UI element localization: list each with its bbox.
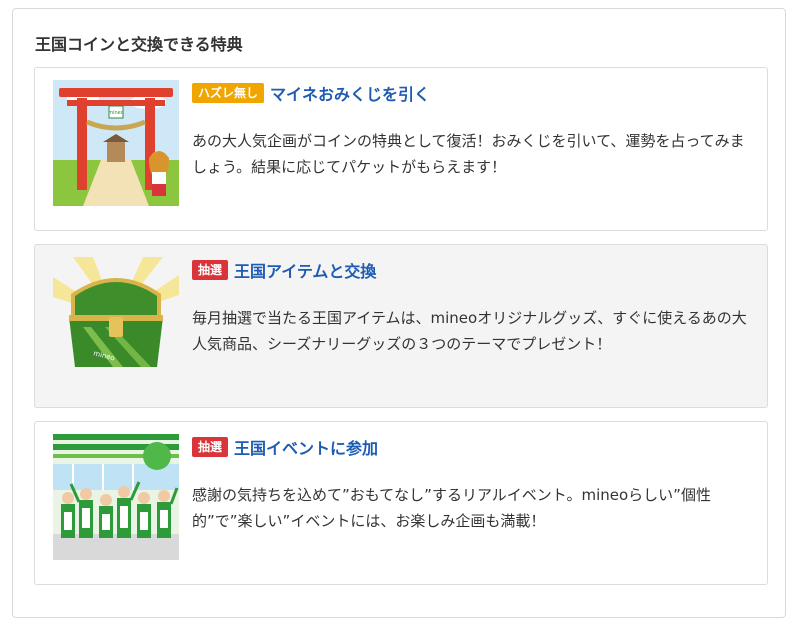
badge-lottery: 抽選 bbox=[192, 437, 229, 457]
benefit-card-event[interactable]: 抽選 王国イベントに参加 感謝の気持ちを込めて”おもてなし”するリアルイベント。… bbox=[34, 421, 768, 585]
benefit-card-item[interactable]: mineo 抽選 王国アイテムと交換 毎月抽選で当たる王国アイテムは、mineo… bbox=[34, 244, 768, 408]
item-exchange-link[interactable]: 王国アイテムと交換 bbox=[234, 258, 376, 282]
benefits-panel: 王国コインと交換できる特典 mineo ハズレ無し マイネおみくじを引く あの大… bbox=[12, 8, 786, 618]
event-description: 感謝の気持ちを込めて”おもてなし”するリアルイベント。mineoらしい”個性的”… bbox=[192, 486, 711, 530]
section-title: 王国コインと交換できる特典 bbox=[35, 35, 243, 54]
benefit-card-omikuji[interactable]: mineo ハズレ無し マイネおみくじを引く あの大人気企画がコインの特典として… bbox=[34, 67, 768, 231]
badge-no-miss: ハズレ無し bbox=[192, 83, 265, 103]
shrine-omikuji-icon[interactable]: mineo bbox=[53, 80, 179, 206]
event-crowd-image[interactable] bbox=[53, 434, 179, 560]
event-join-link[interactable]: 王国イベントに参加 bbox=[234, 435, 378, 459]
omikuji-description: あの大人気企画がコインの特典として復活！おみくじを引いて、運勢を占ってみましょう… bbox=[192, 132, 745, 176]
treasure-chest-icon[interactable]: mineo bbox=[53, 257, 179, 383]
omikuji-link[interactable]: マイネおみくじを引く bbox=[270, 81, 430, 105]
badge-lottery: 抽選 bbox=[192, 260, 229, 280]
item-exchange-description: 毎月抽選で当たる王国アイテムは、mineoオリジナルグッズ、すぐに使えるあの大人… bbox=[192, 309, 747, 353]
thumb-logo-text: mineo bbox=[108, 110, 124, 116]
